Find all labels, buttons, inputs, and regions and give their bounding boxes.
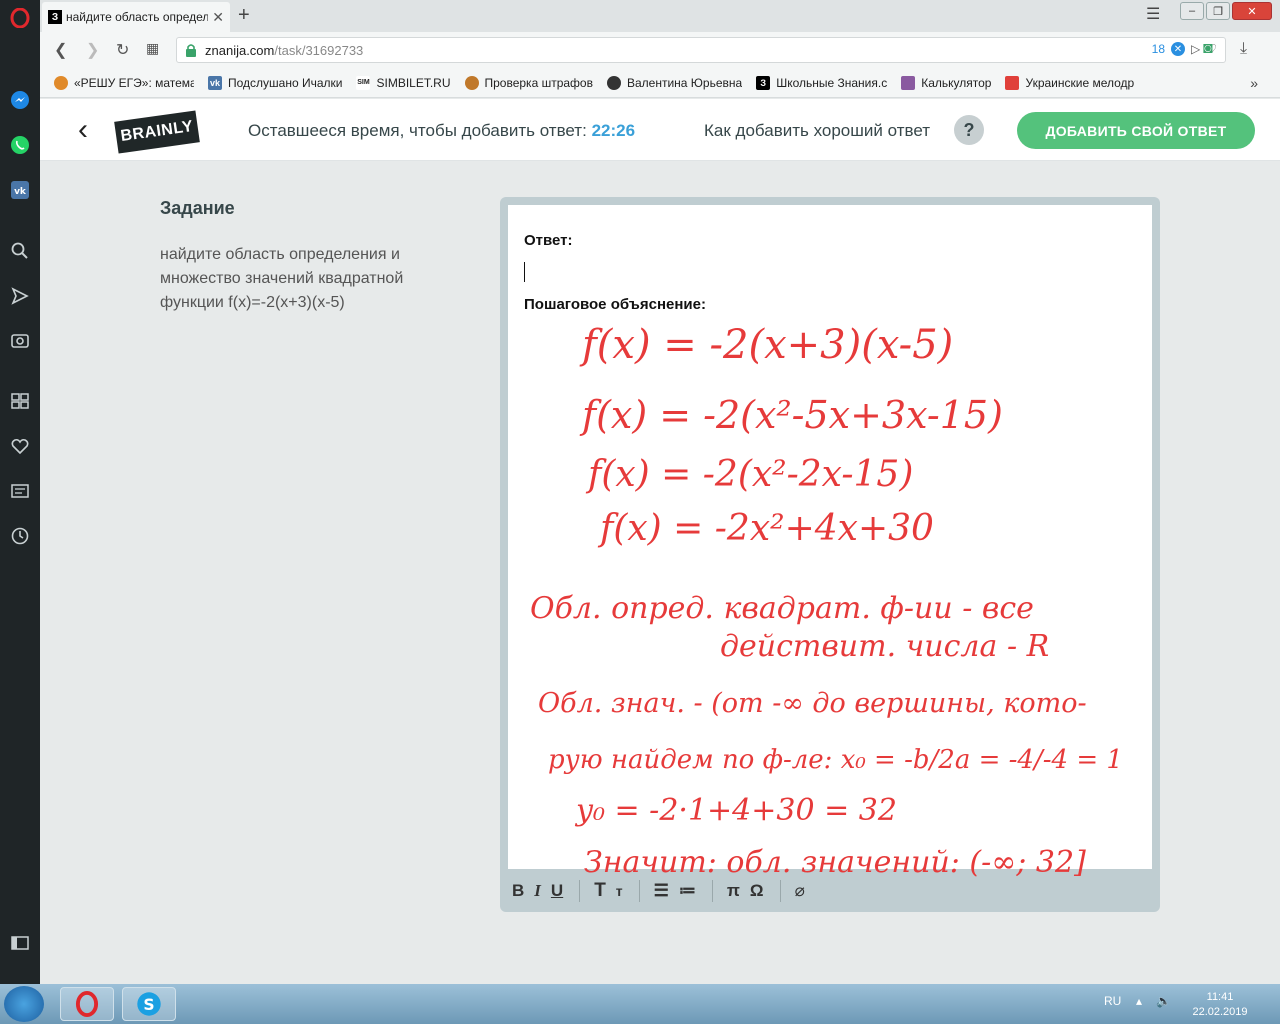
melodrama-icon: [1005, 75, 1020, 90]
skype-taskbar-icon[interactable]: S: [122, 987, 176, 1021]
tab-menu-icon[interactable]: ☰: [1146, 4, 1160, 24]
help-icon[interactable]: ?: [954, 115, 984, 145]
svg-text:vk: vk: [14, 187, 27, 197]
reload-icon[interactable]: ↻: [116, 40, 129, 60]
tabs-grid-icon[interactable]: ▦: [146, 40, 159, 57]
send-icon[interactable]: [8, 284, 32, 308]
bookmark-item[interactable]: SIM SIMBILET.RU: [356, 75, 451, 90]
history-icon[interactable]: [8, 524, 32, 548]
vk-icon[interactable]: vk: [8, 178, 32, 202]
address-bar[interactable]: znanija.com/task/31692733 18 ✕ ▷ ♡: [176, 37, 1226, 63]
remaining-time: Оставшееся время, чтобы добавить ответ: …: [248, 121, 636, 140]
bookmark-item[interactable]: Украинские мелодр: [1005, 75, 1134, 90]
znanija-icon: З: [756, 75, 771, 90]
bookmark-item[interactable]: vk Подслушано Ичалки: [208, 75, 342, 90]
hw-line: f(x) = -2(x²-2x-15): [585, 454, 913, 495]
close-window-button[interactable]: ✕: [1232, 2, 1272, 20]
sidebar-toggle-icon[interactable]: [8, 931, 32, 955]
download-icon[interactable]: ⤓: [1240, 40, 1247, 58]
share-icon[interactable]: ▷: [1191, 42, 1200, 56]
bookmark-item[interactable]: З Школьные Знания.с: [756, 75, 887, 90]
hw-line: y₀ = -2·1+4+30 = 32: [574, 793, 897, 828]
reshu-ege-icon: [54, 75, 68, 90]
remaining-time-value: 22:26: [591, 121, 636, 140]
search-icon[interactable]: [8, 239, 32, 263]
handwritten-solution: f(x) = -2(x+3)(x-5) f(x) = -2(x²-5x+3x-1…: [530, 322, 1123, 880]
news-icon[interactable]: [8, 479, 32, 503]
whatsapp-icon[interactable]: [8, 133, 32, 157]
answer-label: Ответ:: [524, 232, 573, 249]
opera-logo-icon[interactable]: [8, 6, 32, 30]
speed-dial-icon[interactable]: [8, 389, 32, 413]
hw-line: Значит: обл. значений: (-∞; 32]: [584, 845, 1086, 880]
url-domain: znanija.com: [205, 42, 275, 58]
tray-arrow-icon[interactable]: ▴: [1136, 994, 1142, 1008]
hw-line: действит. числа - R: [720, 629, 1049, 664]
hw-line: рую найдем по ф-ле: x₀ = -b/2a = -4/-4 =…: [548, 745, 1123, 775]
tab-bar: З найдите область определ ✕ + ☰ – ❐ ✕: [40, 0, 1280, 32]
hw-line: f(x) = -2x²+4x+30: [597, 508, 934, 549]
forward-icon[interactable]: ❯: [86, 40, 99, 60]
system-clock[interactable]: 11:41 22.02.2019: [1190, 990, 1250, 1020]
svg-text:S: S: [143, 996, 154, 1014]
heart-icon[interactable]: [8, 434, 32, 458]
simbilet-icon: SIM: [356, 75, 371, 90]
task-body: найдите область определения и множество …: [160, 246, 404, 311]
bookmark-item[interactable]: Калькулятор: [901, 75, 991, 90]
language-indicator[interactable]: RU: [1104, 994, 1121, 1008]
hw-line: Обл. знач. - (от -∞ до вершины, кото-: [538, 688, 1087, 719]
bookmark-item[interactable]: Валентина Юрьевна: [606, 75, 742, 90]
howto-link[interactable]: Как добавить хороший ответ: [704, 121, 930, 141]
back-icon[interactable]: ❮: [54, 40, 67, 60]
tab-active[interactable]: З найдите область определ ✕: [42, 2, 230, 32]
tab-title: найдите область определ: [66, 10, 209, 24]
new-tab-icon[interactable]: +: [238, 4, 250, 27]
hw-line: f(x) = -2(x+3)(x-5): [579, 322, 953, 368]
adblock-icon[interactable]: ✕: [1171, 42, 1185, 56]
brainly-logo[interactable]: BRAINLY: [114, 110, 200, 154]
bookmark-item[interactable]: Проверка штрафов: [464, 75, 593, 90]
minimize-button[interactable]: –: [1180, 2, 1204, 20]
text-caret: [524, 262, 525, 282]
task-title: Задание: [160, 198, 235, 218]
bookmarks-more-icon[interactable]: »: [1250, 75, 1258, 91]
task-panel: Задание найдите область определения и мн…: [160, 198, 470, 315]
url-path: /task/31692733: [274, 42, 364, 58]
adblock-count: 18: [1151, 42, 1165, 56]
lock-icon: [186, 44, 196, 57]
start-button[interactable]: [4, 986, 44, 1022]
znanija-favicon-icon: З: [48, 10, 62, 24]
messenger-icon[interactable]: [8, 88, 32, 112]
tab-close-icon[interactable]: ✕: [212, 9, 224, 26]
back-chevron-icon[interactable]: ‹: [78, 113, 88, 147]
headphones-icon: [606, 75, 621, 90]
navigation-bar: ❮ ❯ ↻ ▦ znanija.com/task/31692733 18 ✕ ▷…: [40, 32, 1280, 68]
traffic-police-icon: [464, 75, 479, 90]
calculator-icon: [901, 75, 916, 90]
bookmark-item[interactable]: «РЕШУ ЕГЭ»: матема: [54, 75, 194, 90]
add-answer-button[interactable]: ДОБАВИТЬ СВОЙ ОТВЕТ: [1017, 112, 1255, 149]
camera-icon[interactable]: [8, 328, 32, 352]
maximize-button[interactable]: ❐: [1206, 2, 1230, 20]
brainly-header: ‹ BRAINLY Оставшееся время, чтобы добави…: [40, 99, 1280, 161]
bookmarks-bar: «РЕШУ ЕГЭ»: матема vk Подслушано Ичалки S…: [40, 68, 1280, 98]
vpn-icon[interactable]: ◙: [1203, 40, 1213, 58]
vk-bookmark-icon: vk: [208, 75, 222, 90]
volume-icon[interactable]: 🔈: [1156, 994, 1171, 1008]
opera-sidebar: vk: [0, 0, 40, 984]
windows-taskbar: S RU ▴ 🔈 11:41 22.02.2019: [0, 984, 1280, 1024]
hw-line: f(x) = -2(x²-5x+3x-15): [579, 393, 1003, 437]
opera-taskbar-icon[interactable]: [60, 987, 114, 1021]
hw-line: Обл. опред. квадрат. ф-ии - все: [530, 591, 1034, 626]
